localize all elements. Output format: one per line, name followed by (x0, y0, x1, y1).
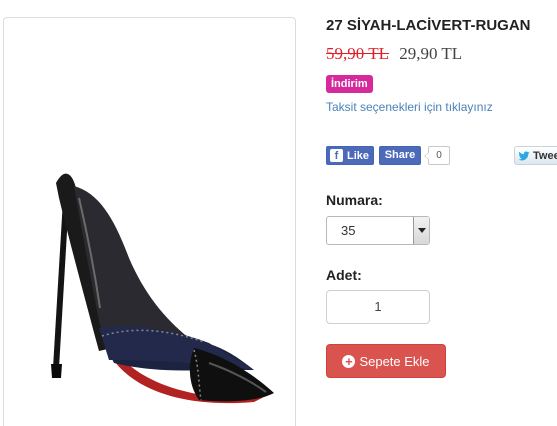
facebook-like-label: Like (347, 149, 370, 162)
tweet-label: Tweet (533, 149, 557, 162)
share-count-bubble: 0 (424, 146, 450, 165)
product-title: 27 SİYAH-LACİVERT-RUGAN (326, 17, 531, 34)
size-select[interactable]: 35 (326, 216, 430, 245)
twitter-bird-icon (518, 151, 530, 160)
size-selected-value: 35 (341, 223, 356, 238)
discount-badge: İndirim (326, 75, 373, 93)
product-image-frame[interactable] (3, 17, 296, 426)
add-to-cart-button[interactable]: + Sepete Ekle (326, 344, 446, 378)
add-to-cart-label: Sepete Ekle (359, 353, 430, 369)
installment-options-link[interactable]: Taksit seçenekleri için tıklayınız (326, 100, 493, 114)
facebook-like-button[interactable]: f Like (326, 146, 374, 165)
quantity-label: Adet: (326, 267, 362, 283)
old-price: 59,90 TL (326, 44, 389, 63)
plus-circle-icon: + (342, 354, 356, 368)
tweet-button[interactable]: Tweet (514, 146, 557, 165)
facebook-icon: f (330, 149, 343, 162)
facebook-share-button[interactable]: Share (379, 146, 421, 165)
new-price: 29,90 TL (399, 44, 463, 63)
quantity-input[interactable]: 1 (326, 290, 430, 324)
price-row: 59,90 TL 29,90 TL (326, 44, 462, 64)
product-image-shoe (51, 173, 274, 404)
size-label: Numara: (326, 192, 383, 208)
chevron-down-icon[interactable] (413, 217, 429, 244)
